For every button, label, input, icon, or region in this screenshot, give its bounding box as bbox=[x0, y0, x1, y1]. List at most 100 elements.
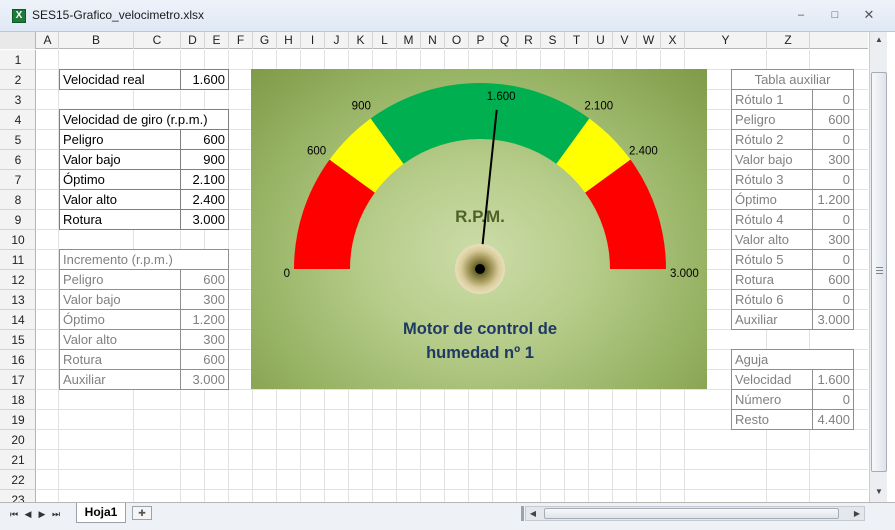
column-header[interactable]: O bbox=[445, 32, 469, 49]
needle-row-value[interactable]: 0 bbox=[812, 389, 854, 410]
aux-row-label[interactable]: Óptimo bbox=[731, 189, 813, 210]
scroll-down-icon[interactable]: ▼ bbox=[871, 484, 887, 500]
row-header[interactable]: 19 bbox=[0, 410, 35, 430]
increment-row-label[interactable]: Peligro bbox=[59, 269, 181, 290]
increment-row-value[interactable]: 300 bbox=[180, 329, 229, 350]
rpm-row-value[interactable]: 600 bbox=[180, 129, 229, 150]
column-header[interactable]: P bbox=[469, 32, 493, 49]
row-header[interactable]: 1 bbox=[0, 50, 35, 70]
aux-row-value[interactable]: 0 bbox=[812, 249, 854, 270]
horizontal-scroll-thumb[interactable] bbox=[544, 508, 839, 519]
speedometer-chart[interactable]: 0 600 900 2.100 2.400 3.000 R.P.M. 1.600 Moto… bbox=[251, 69, 707, 389]
insert-sheet-icon[interactable]: ✚ bbox=[132, 506, 152, 520]
worksheet-grid[interactable]: Velocidad real 1.600 Velocidad de giro (… bbox=[37, 50, 868, 502]
row-header[interactable]: 2 bbox=[0, 70, 35, 90]
first-sheet-icon[interactable]: ⏮ bbox=[8, 507, 20, 521]
rpm-row-value[interactable]: 2.400 bbox=[180, 189, 229, 210]
speed-label[interactable]: Velocidad real bbox=[59, 69, 181, 90]
aux-table-header[interactable]: Tabla auxiliar bbox=[731, 69, 854, 90]
row-header[interactable]: 17 bbox=[0, 370, 35, 390]
column-header[interactable]: W bbox=[637, 32, 661, 49]
next-sheet-icon[interactable]: ▶ bbox=[36, 507, 48, 521]
rpm-row-label[interactable]: Peligro bbox=[59, 129, 181, 150]
row-header[interactable]: 6 bbox=[0, 150, 35, 170]
row-header[interactable]: 22 bbox=[0, 470, 35, 490]
aux-row-value[interactable]: 0 bbox=[812, 89, 854, 110]
needle-row-label[interactable]: Velocidad bbox=[731, 369, 813, 390]
row-header[interactable]: 10 bbox=[0, 230, 35, 250]
column-header[interactable]: S bbox=[541, 32, 565, 49]
rpm-row-label[interactable]: Rotura bbox=[59, 209, 181, 230]
row-header[interactable]: 7 bbox=[0, 170, 35, 190]
row-header[interactable]: 11 bbox=[0, 250, 35, 270]
rpm-row-value[interactable]: 3.000 bbox=[180, 209, 229, 230]
column-header[interactable]: R bbox=[517, 32, 541, 49]
aux-row-value[interactable]: 600 bbox=[812, 269, 854, 290]
increment-row-value[interactable]: 3.000 bbox=[180, 369, 229, 390]
increment-row-label[interactable]: Óptimo bbox=[59, 309, 181, 330]
column-header[interactable]: L bbox=[373, 32, 397, 49]
speed-value[interactable]: 1.600 bbox=[180, 69, 229, 90]
column-header[interactable]: D bbox=[181, 32, 205, 49]
needle-table-header[interactable]: Aguja bbox=[731, 349, 854, 370]
row-header[interactable]: 23 bbox=[0, 490, 35, 502]
row-header[interactable]: 14 bbox=[0, 310, 35, 330]
column-header[interactable]: B bbox=[59, 32, 134, 49]
aux-row-value[interactable]: 300 bbox=[812, 149, 854, 170]
column-header[interactable]: Z bbox=[767, 32, 810, 49]
aux-row-value[interactable]: 1.200 bbox=[812, 189, 854, 210]
increment-row-label[interactable]: Rotura bbox=[59, 349, 181, 370]
row-header[interactable]: 13 bbox=[0, 290, 35, 310]
needle-row-value[interactable]: 1.600 bbox=[812, 369, 854, 390]
rpm-row-label[interactable]: Óptimo bbox=[59, 169, 181, 190]
aux-row-value[interactable]: 0 bbox=[812, 129, 854, 150]
aux-row-value[interactable]: 0 bbox=[812, 289, 854, 310]
tab-split-handle[interactable] bbox=[521, 506, 524, 521]
sheet-tab-hoja1[interactable]: Hoja1 bbox=[76, 503, 126, 523]
aux-row-label[interactable]: Rótulo 2 bbox=[731, 129, 813, 150]
increment-row-value[interactable]: 600 bbox=[180, 269, 229, 290]
rpm-row-label[interactable]: Valor bajo bbox=[59, 149, 181, 170]
column-header[interactable]: E bbox=[205, 32, 229, 49]
column-header[interactable]: Y bbox=[685, 32, 767, 49]
increment-row-label[interactable]: Valor alto bbox=[59, 329, 181, 350]
row-header[interactable]: 4 bbox=[0, 110, 35, 130]
increment-row-label[interactable]: Auxiliar bbox=[59, 369, 181, 390]
column-header[interactable]: H bbox=[277, 32, 301, 49]
aux-row-value[interactable]: 0 bbox=[812, 169, 854, 190]
aux-row-label[interactable]: Rótulo 5 bbox=[731, 249, 813, 270]
column-header[interactable]: X bbox=[661, 32, 685, 49]
row-header[interactable]: 3 bbox=[0, 90, 35, 110]
rpm-row-value[interactable]: 2.100 bbox=[180, 169, 229, 190]
scroll-left-icon[interactable]: ◀ bbox=[526, 507, 540, 520]
rpm-row-value[interactable]: 900 bbox=[180, 149, 229, 170]
aux-row-label[interactable]: Rótulo 4 bbox=[731, 209, 813, 230]
column-header[interactable]: T bbox=[565, 32, 589, 49]
prev-sheet-icon[interactable]: ◀ bbox=[22, 507, 34, 521]
column-header[interactable]: F bbox=[229, 32, 253, 49]
select-all-corner[interactable] bbox=[0, 32, 36, 49]
aux-row-label[interactable]: Rótulo 1 bbox=[731, 89, 813, 110]
maximize-button[interactable]: □ bbox=[827, 8, 843, 22]
row-header[interactable]: 16 bbox=[0, 350, 35, 370]
column-header[interactable]: A bbox=[37, 32, 59, 49]
rpm-table-header[interactable]: Velocidad de giro (r.p.m.) bbox=[59, 109, 229, 130]
vertical-scrollbar[interactable]: ▲ ▼ bbox=[869, 32, 887, 502]
aux-row-label[interactable]: Rotura bbox=[731, 269, 813, 290]
row-header[interactable]: 12 bbox=[0, 270, 35, 290]
aux-row-label[interactable]: Rótulo 3 bbox=[731, 169, 813, 190]
vertical-scroll-thumb[interactable] bbox=[871, 72, 887, 472]
column-header[interactable]: N bbox=[421, 32, 445, 49]
scroll-right-icon[interactable]: ▶ bbox=[850, 507, 864, 520]
column-header[interactable]: I bbox=[301, 32, 325, 49]
column-header[interactable]: K bbox=[349, 32, 373, 49]
increment-row-label[interactable]: Valor bajo bbox=[59, 289, 181, 310]
aux-row-label[interactable]: Peligro bbox=[731, 109, 813, 130]
close-button[interactable]: ✕ bbox=[861, 8, 877, 22]
column-header[interactable]: V bbox=[613, 32, 637, 49]
needle-row-value[interactable]: 4.400 bbox=[812, 409, 854, 430]
increment-row-value[interactable]: 300 bbox=[180, 289, 229, 310]
row-header[interactable]: 15 bbox=[0, 330, 35, 350]
row-header[interactable]: 9 bbox=[0, 210, 35, 230]
column-header[interactable]: U bbox=[589, 32, 613, 49]
